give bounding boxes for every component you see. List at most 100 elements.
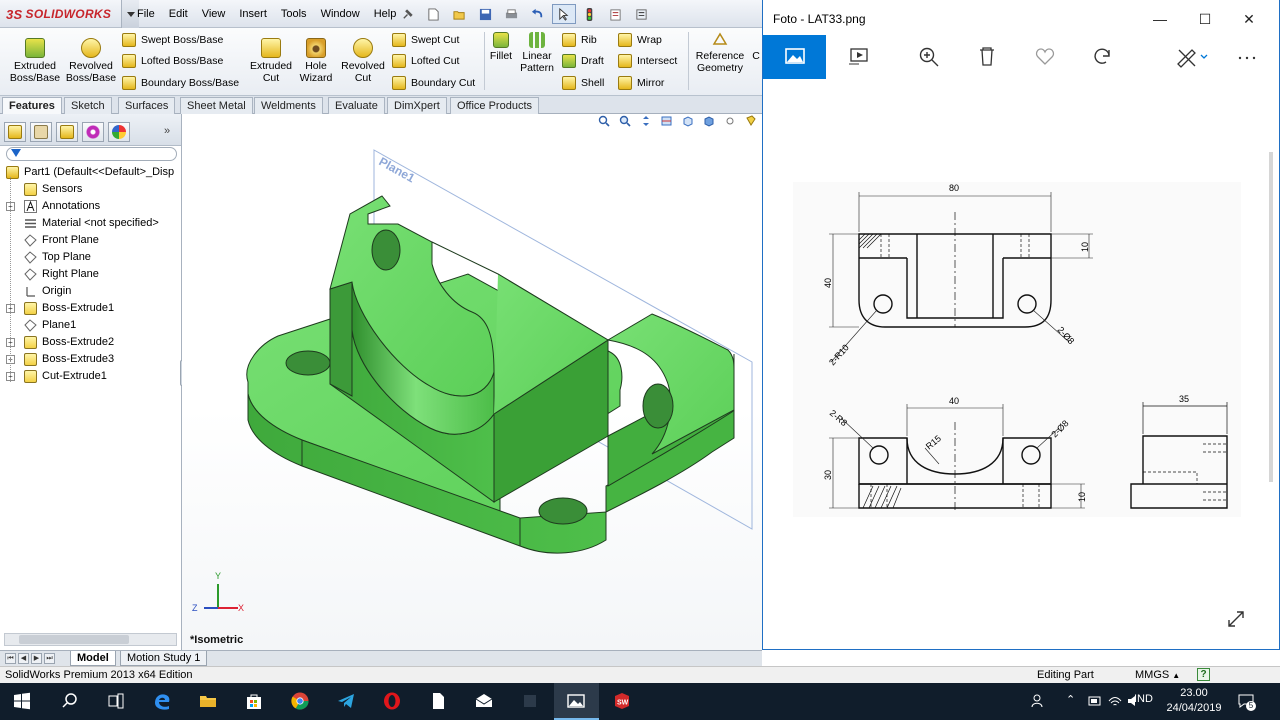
tab-sheet-metal[interactable]: Sheet Metal bbox=[180, 97, 253, 114]
help-icon[interactable]: ? bbox=[1197, 668, 1210, 681]
tree-item-sensors[interactable]: Sensors bbox=[0, 181, 180, 198]
tab-office-products[interactable]: Office Products bbox=[450, 97, 539, 114]
revolved-cut-button[interactable]: Revolved Cut bbox=[338, 32, 388, 84]
edge-browser-button[interactable] bbox=[140, 683, 185, 720]
file-properties-button[interactable] bbox=[604, 4, 628, 24]
revolved-boss-button[interactable]: Revolved Boss/Base bbox=[64, 32, 118, 84]
undo-button[interactable] bbox=[526, 4, 550, 24]
tree-item-boss-extrude2[interactable]: + Boss-Extrude2 bbox=[0, 334, 180, 351]
extruded-boss-button[interactable]: Extruded Boss/Base bbox=[8, 32, 62, 84]
language-indicator[interactable]: IND bbox=[1134, 693, 1153, 705]
tab-motion-study-1[interactable]: Motion Study 1 bbox=[120, 651, 208, 666]
zoom-in-button[interactable] bbox=[907, 35, 951, 79]
view-photo-button[interactable] bbox=[763, 35, 826, 79]
slideshow-button[interactable] bbox=[837, 35, 881, 79]
open-button[interactable] bbox=[448, 4, 472, 24]
rebuild-button[interactable] bbox=[578, 4, 602, 24]
tab-dimxpert[interactable]: DimXpert bbox=[387, 97, 447, 114]
tree-item-boss-extrude3[interactable]: + Boss-Extrude3 bbox=[0, 351, 180, 368]
unknown-app-button[interactable] bbox=[508, 683, 553, 720]
menu-insert[interactable]: Insert bbox=[232, 6, 274, 22]
prev-tab-button[interactable]: ◀ bbox=[18, 653, 29, 664]
display-manager-tab[interactable] bbox=[108, 122, 130, 142]
start-button[interactable] bbox=[0, 683, 45, 720]
save-button[interactable] bbox=[474, 4, 498, 24]
menu-view[interactable]: View bbox=[195, 6, 233, 22]
curves-button[interactable]: C bbox=[750, 26, 762, 62]
chevron-right-icon[interactable]: » bbox=[164, 125, 170, 137]
intersect-button[interactable]: Intersect bbox=[618, 52, 677, 70]
solidworks-logo[interactable]: 3S SOLIDWORKS bbox=[6, 6, 111, 22]
delete-button[interactable] bbox=[965, 35, 1009, 79]
options-button[interactable] bbox=[630, 4, 654, 24]
tree-item-right-plane[interactable]: Right Plane bbox=[0, 266, 180, 283]
tree-item-material-not-specified[interactable]: Material <not specified> bbox=[0, 215, 180, 232]
full-screen-button[interactable] bbox=[1225, 608, 1247, 630]
mail-button[interactable] bbox=[462, 683, 507, 720]
boundary-boss-button[interactable]: Boundary Boss/Base bbox=[122, 74, 239, 92]
photos-scrollbar[interactable] bbox=[1269, 152, 1273, 482]
chrome-button[interactable] bbox=[278, 683, 323, 720]
graphics-area[interactable]: Plane1 Y X Z *Isometric bbox=[182, 114, 762, 650]
tab-model[interactable]: Model bbox=[70, 651, 116, 666]
tab-surfaces[interactable]: Surfaces bbox=[118, 97, 176, 114]
more-options-button[interactable] bbox=[1225, 35, 1269, 79]
hole-wizard-button[interactable]: Hole Wizard bbox=[296, 32, 336, 84]
file-explorer-button[interactable] bbox=[186, 683, 231, 720]
lofted-boss-button[interactable]: Lofted Boss/Base bbox=[122, 52, 223, 70]
tree-item-plane1[interactable]: Plane1 bbox=[0, 317, 180, 334]
rib-button[interactable]: Rib bbox=[562, 31, 597, 49]
feature-tree-tab[interactable] bbox=[4, 122, 26, 142]
tab-features[interactable]: Features bbox=[2, 97, 62, 114]
last-tab-button[interactable]: ⏭ bbox=[44, 653, 55, 664]
people-icon[interactable] bbox=[1030, 692, 1048, 710]
pin-button[interactable] bbox=[396, 4, 420, 24]
configuration-manager-tab[interactable] bbox=[56, 122, 78, 142]
task-view-button[interactable] bbox=[94, 683, 139, 720]
scrollbar-thumb[interactable] bbox=[19, 635, 129, 644]
print-button[interactable] bbox=[500, 4, 524, 24]
swept-boss-button[interactable]: Swept Boss/Base bbox=[122, 31, 223, 49]
select-button[interactable] bbox=[552, 4, 576, 24]
chevron-up-icon[interactable]: ⌃ bbox=[1066, 693, 1075, 706]
store-button[interactable] bbox=[232, 683, 277, 720]
draft-button[interactable]: Draft bbox=[562, 52, 604, 70]
edit-create-button[interactable] bbox=[1165, 35, 1209, 79]
opera-button[interactable] bbox=[370, 683, 415, 720]
swept-cut-button[interactable]: Swept Cut bbox=[392, 31, 459, 49]
search-button[interactable] bbox=[48, 683, 93, 720]
feature-manager-scrollbar[interactable] bbox=[4, 633, 177, 646]
telegram-button[interactable] bbox=[324, 683, 369, 720]
unit-system-selector[interactable]: MMGS ▲ bbox=[1135, 669, 1180, 681]
lofted-cut-button[interactable]: Lofted Cut bbox=[392, 52, 459, 70]
rotate-button[interactable] bbox=[1081, 35, 1125, 79]
battery-icon[interactable] bbox=[1088, 694, 1102, 708]
tree-item-cut-extrude1[interactable]: + Cut-Extrude1 bbox=[0, 368, 180, 385]
reference-geometry-button[interactable]: Reference Geometry bbox=[692, 26, 748, 74]
solidworks-taskbar-button[interactable]: SW bbox=[600, 683, 645, 720]
close-button[interactable]: ✕ bbox=[1229, 6, 1269, 32]
menu-window[interactable]: Window bbox=[314, 6, 367, 22]
tab-evaluate[interactable]: Evaluate bbox=[328, 97, 385, 114]
new-document-button[interactable] bbox=[422, 4, 446, 24]
tree-item-origin[interactable]: Origin bbox=[0, 283, 180, 300]
menu-tools[interactable]: Tools bbox=[274, 6, 314, 22]
maximize-button[interactable]: ☐ bbox=[1185, 6, 1225, 32]
property-manager-tab[interactable] bbox=[30, 122, 52, 142]
tab-weldments[interactable]: Weldments bbox=[254, 97, 323, 114]
fillet-button[interactable]: Fillet bbox=[486, 26, 516, 62]
tree-filter[interactable] bbox=[6, 147, 177, 161]
notifications-button[interactable]: 5 bbox=[1236, 691, 1256, 711]
clock[interactable]: 23.00 24/04/2019 bbox=[1164, 686, 1224, 716]
next-tab-button[interactable]: ▶ bbox=[31, 653, 42, 664]
boundary-cut-button[interactable]: Boundary Cut bbox=[392, 74, 475, 92]
tree-root-part[interactable]: Part1 (Default<<Default>_Disp bbox=[0, 164, 180, 181]
extruded-cut-button[interactable]: Extruded Cut bbox=[246, 32, 296, 84]
linear-pattern-button[interactable]: Linear Pattern bbox=[518, 26, 556, 74]
tree-item-boss-extrude1[interactable]: + Boss-Extrude1 bbox=[0, 300, 180, 317]
shell-button[interactable]: Shell bbox=[562, 74, 604, 92]
tree-item-front-plane[interactable]: Front Plane bbox=[0, 232, 180, 249]
minimize-button[interactable]: — bbox=[1140, 6, 1180, 32]
favorite-button[interactable] bbox=[1023, 35, 1067, 79]
wrap-button[interactable]: Wrap bbox=[618, 31, 662, 49]
